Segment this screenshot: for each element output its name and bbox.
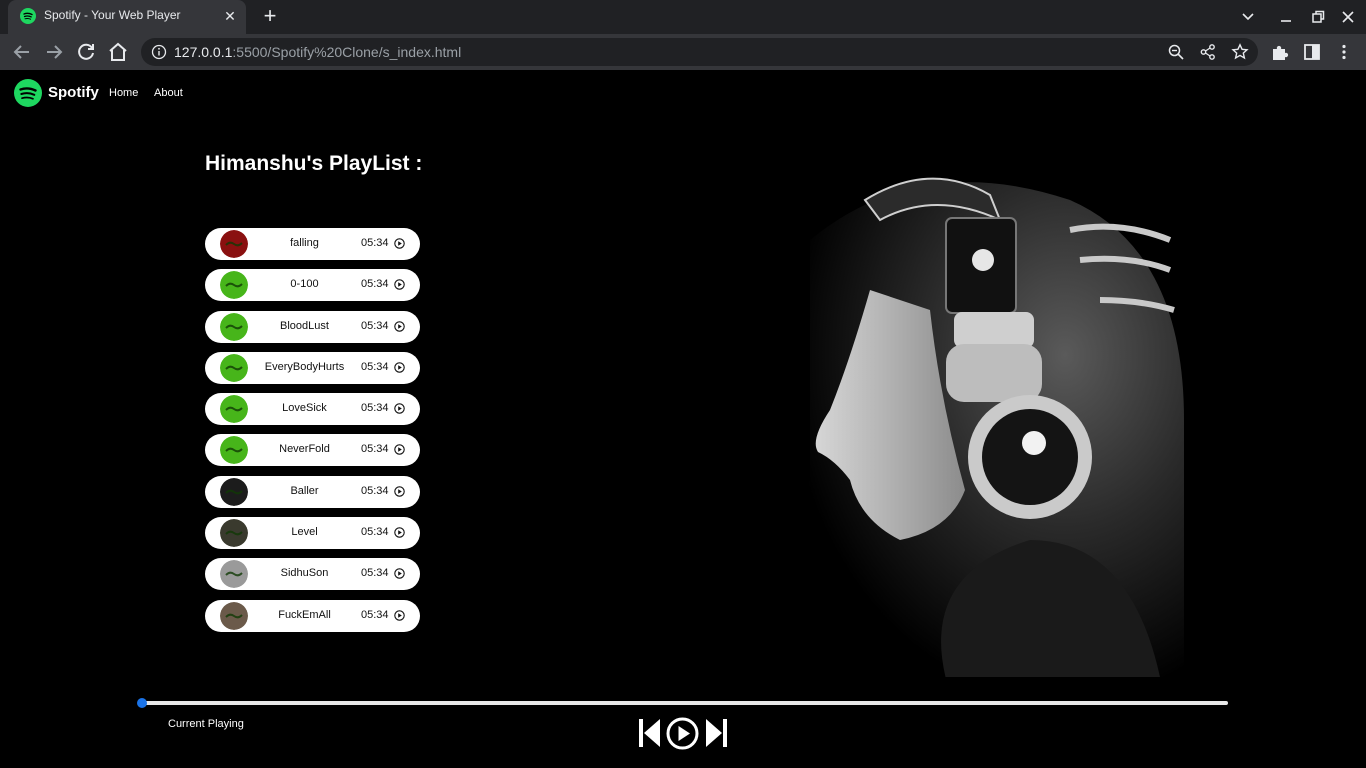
song-cover-icon — [220, 312, 248, 341]
tab-search-chevron-icon[interactable] — [1238, 8, 1258, 26]
url-text[interactable]: 127.0.0.1:5500/Spotify%20Clone/s_index.h… — [174, 44, 461, 60]
song-name: NeverFold — [279, 443, 330, 456]
song-name: falling — [290, 237, 319, 249]
song-name: BloodLust — [280, 319, 329, 332]
play-circle-icon[interactable] — [394, 238, 405, 249]
song-name: 0-100 — [290, 278, 319, 291]
site-info-icon[interactable] — [151, 44, 167, 60]
song-item[interactable]: LoveSick 05:34 — [205, 393, 420, 426]
song-name: LoveSick — [282, 402, 327, 415]
close-tab-icon[interactable]: ✕ — [222, 8, 238, 24]
zoom-icon[interactable] — [1167, 43, 1185, 61]
play-circle-icon[interactable] — [394, 609, 405, 621]
song-item[interactable]: NeverFold 05:34 — [205, 434, 420, 467]
close-window-icon[interactable] — [1338, 8, 1358, 26]
song-cover-icon — [220, 353, 248, 382]
song-cover-icon — [220, 519, 248, 548]
song-name: Baller — [290, 484, 319, 497]
restore-icon[interactable] — [1308, 8, 1328, 26]
song-name: Level — [291, 526, 318, 539]
browser-tabstrip: Spotify - Your Web Player ✕ + — [0, 0, 1366, 34]
side-panel-icon[interactable] — [1302, 42, 1322, 62]
tab-title: Spotify - Your Web Player — [44, 8, 181, 22]
hero-headphones-image — [700, 160, 1184, 677]
play-circle-icon[interactable] — [394, 320, 405, 332]
spotify-logo-icon[interactable] — [14, 79, 42, 107]
extensions-puzzle-icon[interactable] — [1270, 42, 1290, 62]
song-cover-icon — [220, 395, 248, 424]
previous-track-icon[interactable] — [639, 718, 661, 748]
song-cover-icon — [220, 230, 248, 258]
song-duration: 05:34 — [361, 608, 389, 621]
url-host: 127.0.0.1 — [174, 44, 233, 60]
browser-toolbar: 127.0.0.1:5500/Spotify%20Clone/s_index.h… — [0, 34, 1366, 70]
play-icon[interactable] — [666, 717, 699, 750]
current-playing-label: Current Playing — [168, 718, 244, 730]
bookmark-star-icon[interactable] — [1231, 43, 1249, 61]
nav-link-home[interactable]: Home — [109, 87, 138, 99]
song-name: SidhuSon — [280, 567, 329, 580]
site-navbar: Spotify Home About — [0, 70, 1366, 116]
song-duration: 05:34 — [361, 526, 389, 539]
nav-link-about[interactable]: About — [154, 87, 183, 99]
back-arrow-icon[interactable] — [10, 40, 34, 64]
song-item[interactable]: SidhuSon 05:34 — [205, 558, 420, 591]
progress-thumb[interactable] — [137, 698, 147, 708]
song-cover-icon — [220, 271, 248, 300]
play-circle-icon[interactable] — [394, 279, 405, 291]
play-circle-icon[interactable] — [394, 444, 405, 456]
play-circle-icon[interactable] — [394, 486, 405, 497]
playlist-title: Himanshu's PlayList : — [205, 152, 423, 175]
address-bar[interactable]: 127.0.0.1:5500/Spotify%20Clone/s_index.h… — [141, 38, 1258, 66]
url-path: :5500/Spotify%20Clone/s_index.html — [232, 44, 462, 60]
play-circle-icon[interactable] — [394, 403, 405, 414]
song-cover-icon — [220, 436, 248, 465]
brand-name[interactable]: Spotify — [48, 84, 99, 101]
next-track-icon[interactable] — [705, 718, 727, 748]
more-menu-icon[interactable] — [1334, 42, 1354, 62]
song-duration: 05:34 — [361, 567, 389, 580]
song-item[interactable]: BloodLust 05:34 — [205, 310, 420, 343]
song-duration: 05:34 — [361, 360, 389, 373]
song-duration: 05:34 — [361, 237, 389, 249]
song-item[interactable]: Baller 05:34 — [205, 475, 420, 508]
share-icon[interactable] — [1199, 43, 1217, 61]
forward-arrow-icon[interactable] — [42, 40, 66, 64]
browser-tab[interactable]: Spotify - Your Web Player ✕ — [8, 0, 246, 34]
song-cover-icon — [220, 560, 248, 589]
song-duration: 05:34 — [361, 278, 389, 291]
song-name: EveryBodyHurts — [264, 360, 345, 373]
song-item[interactable]: 0-100 05:34 — [205, 269, 420, 302]
spotify-favicon-icon — [20, 8, 36, 24]
song-item[interactable]: FuckEmAll 05:34 — [205, 599, 420, 632]
song-duration: 05:34 — [361, 484, 389, 497]
song-name: FuckEmAll — [278, 608, 331, 621]
play-circle-icon[interactable] — [394, 568, 405, 580]
song-cover-icon — [220, 477, 248, 506]
song-list: falling 05:34 0-100 05:34 BloodLust 05:34 Ever… — [205, 228, 420, 641]
song-duration: 05:34 — [361, 319, 389, 332]
song-item[interactable]: falling 05:34 — [205, 228, 420, 260]
play-circle-icon[interactable] — [394, 362, 405, 373]
song-item[interactable]: EveryBodyHurts 05:34 — [205, 351, 420, 384]
new-tab-icon[interactable]: + — [258, 4, 282, 28]
song-cover-icon — [220, 601, 248, 630]
song-duration: 05:34 — [361, 443, 389, 456]
song-item[interactable]: Level 05:34 — [205, 517, 420, 550]
play-circle-icon[interactable] — [394, 527, 405, 538]
minimize-icon[interactable] — [1276, 8, 1296, 26]
home-icon[interactable] — [106, 40, 130, 64]
progress-slider[interactable] — [137, 698, 1228, 708]
reload-icon[interactable] — [74, 40, 98, 64]
song-duration: 05:34 — [361, 402, 389, 415]
page-content: Spotify Home About Himanshu's PlayList :… — [0, 70, 1366, 768]
